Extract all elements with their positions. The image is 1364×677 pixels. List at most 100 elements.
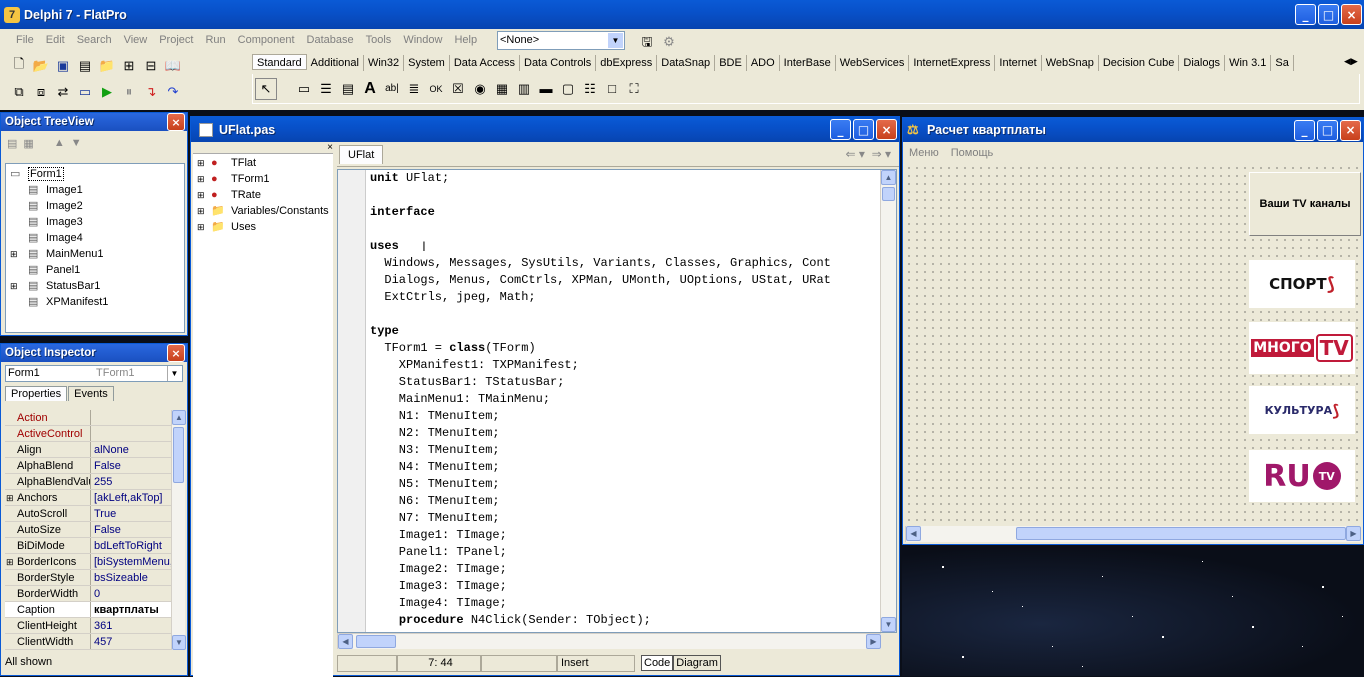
chevron-right-icon[interactable]: ▶ <box>1351 56 1358 67</box>
expand-icon[interactable]: ⊞ <box>197 155 205 171</box>
tree-item[interactable]: ⊞ ▤ MainMenu1 <box>6 246 184 262</box>
property-value[interactable]: 255 <box>91 474 171 489</box>
explorer-item[interactable]: ⊞ 📁 Variables/Constants <box>193 203 333 219</box>
palette-tab-ado[interactable]: ADO <box>747 55 780 71</box>
tab-properties[interactable]: Properties <box>5 386 68 401</box>
property-value[interactable] <box>91 410 171 425</box>
property-row[interactable]: AlphaBlend False <box>5 458 171 474</box>
palette-tab-dbexpress[interactable]: dbExpress <box>596 55 658 71</box>
palette-tab-sa[interactable]: Sa <box>1271 55 1294 71</box>
explorer-item[interactable]: ⊞ ● TRate <box>193 187 333 203</box>
palette-tab-additional[interactable]: Additional <box>307 55 364 71</box>
property-row[interactable]: BiDiMode bdLeftToRight <box>5 538 171 554</box>
save-all-icon[interactable]: ▤ <box>74 55 96 77</box>
chevron-left-icon[interactable]: ◀ <box>1344 56 1351 67</box>
popup-menu-icon[interactable]: ▤ <box>337 78 359 100</box>
property-value[interactable]: True <box>91 506 171 521</box>
hscroll-thumb[interactable] <box>356 635 396 648</box>
palette-tab-standard[interactable]: Standard <box>252 54 307 70</box>
tab-uflat[interactable]: UFlat <box>339 145 384 164</box>
form-hscrollbar[interactable]: ◀ ▶ <box>905 526 1361 542</box>
hscroll-thumb[interactable] <box>1016 527 1346 540</box>
scroll-up-icon[interactable]: ▲ <box>881 170 896 185</box>
palette-tab-websnap[interactable]: WebSnap <box>1042 55 1099 71</box>
menu-project[interactable]: Project <box>153 34 199 46</box>
view-form-icon[interactable]: ⧈ <box>30 81 52 103</box>
expand-icon[interactable]: ⊞ <box>197 219 205 235</box>
property-value[interactable]: bdLeftToRight <box>91 538 171 553</box>
expand-icon[interactable]: ⊞ <box>197 203 205 219</box>
scroll-right-icon[interactable]: ▶ <box>1346 526 1361 541</box>
property-row[interactable]: AlphaBlendValu 255 <box>5 474 171 490</box>
tv-channels-button[interactable]: Ваши TV каналы <box>1249 172 1361 236</box>
scroll-thumb[interactable] <box>173 427 184 483</box>
menu-edit[interactable]: Edit <box>40 34 71 46</box>
tree-item[interactable]: ▤ Image4 <box>6 230 184 246</box>
palette-tab-datasnap[interactable]: DataSnap <box>657 55 716 71</box>
palette-scroll[interactable]: ◀ ▶ <box>1344 56 1358 67</box>
property-row[interactable]: ActiveControl <box>5 426 171 442</box>
editor-minimize-button[interactable]: _ <box>830 119 851 140</box>
tree-item[interactable]: ⊞ ▤ StatusBar1 <box>6 278 184 294</box>
property-row[interactable]: Caption квартплаты <box>5 602 171 618</box>
open-icon[interactable]: 📂 <box>30 55 52 77</box>
property-value[interactable]: [biSystemMenu, <box>91 554 171 569</box>
arrow-up-icon[interactable]: ▲ <box>54 137 65 150</box>
code-vscrollbar[interactable]: ▲ ▼ <box>880 170 896 632</box>
scroll-left-icon[interactable]: ◀ <box>906 526 921 541</box>
tab-code[interactable]: Code <box>641 655 674 671</box>
panel-icon[interactable]: □ <box>601 78 623 100</box>
step-over-icon[interactable]: ↷ <box>162 81 184 103</box>
explorer-item[interactable]: ⊞ ● TFlat <box>193 155 333 171</box>
form-maximize-button[interactable]: □ <box>1317 119 1338 141</box>
remove-from-project-icon[interactable]: ⊟ <box>140 55 162 77</box>
menu-file[interactable]: File <box>10 34 40 46</box>
save-icon[interactable]: ▣ <box>52 55 74 77</box>
property-row[interactable]: ⊞ Anchors [akLeft,akTop] <box>5 490 171 506</box>
property-value[interactable]: bsSizeable <box>91 570 171 585</box>
menu-database[interactable]: Database <box>301 34 360 46</box>
tab-diagram[interactable]: Diagram <box>673 655 721 671</box>
combobox-icon[interactable]: ▥ <box>513 78 535 100</box>
palette-tab-win-3-1[interactable]: Win 3.1 <box>1225 55 1272 71</box>
editor-close-button[interactable]: × <box>876 119 897 140</box>
tree-item[interactable]: ▤ Image1 <box>6 182 184 198</box>
form-menu-item-menu[interactable]: Меню <box>903 147 945 159</box>
tree-item[interactable]: ▤ Panel1 <box>6 262 184 278</box>
palette-tab-data-controls[interactable]: Data Controls <box>520 55 597 71</box>
expand-icon[interactable]: ⊞ <box>10 246 18 262</box>
editor-maximize-button[interactable]: □ <box>853 119 874 140</box>
palette-tab-system[interactable]: System <box>404 55 450 71</box>
pointer-icon[interactable]: ↖ <box>255 77 277 100</box>
menu-run[interactable]: Run <box>199 34 231 46</box>
code-hscrollbar[interactable]: ◀ ▶ <box>337 633 881 649</box>
save-desktop-icon[interactable]: 🖫 <box>636 33 658 55</box>
code-text[interactable]: unit UFlat; interface uses Windows, Messag… <box>370 170 880 632</box>
scroll-right-icon[interactable]: ▶ <box>866 634 881 649</box>
property-row[interactable]: ClientHeight 361 <box>5 618 171 634</box>
add-to-project-icon[interactable]: ⊞ <box>118 55 140 77</box>
palette-tab-dialogs[interactable]: Dialogs <box>1179 55 1226 71</box>
frames-icon[interactable]: ▭ <box>293 78 315 100</box>
tree-item[interactable]: ▤ Image2 <box>6 198 184 214</box>
property-row[interactable]: AutoScroll True <box>5 506 171 522</box>
new-form-icon[interactable]: ▭ <box>74 81 96 103</box>
back-icon[interactable]: ⇐ ▾ <box>845 147 864 161</box>
expand-icon[interactable]: ⊞ <box>6 554 14 569</box>
form-menu-item-help[interactable]: Помощь <box>945 147 1000 159</box>
maximize-button[interactable]: □ <box>1318 4 1339 25</box>
memo-icon[interactable]: ≣ <box>403 78 425 100</box>
property-value[interactable]: False <box>91 522 171 537</box>
explorer-close-icon[interactable]: × <box>327 142 333 153</box>
view-unit-icon[interactable]: ⧉ <box>8 81 30 103</box>
tab-events[interactable]: Events <box>68 386 114 401</box>
inspector-object-combo[interactable]: Form1 TForm1 ▼ <box>5 365 183 382</box>
checkbox-icon[interactable]: ☒ <box>447 78 469 100</box>
code-area[interactable]: unit UFlat; interface uses Windows, Messag… <box>337 169 897 633</box>
button-icon[interactable]: OK <box>425 78 447 100</box>
radiogroup-icon[interactable]: ☷ <box>579 78 601 100</box>
property-value[interactable]: 361 <box>91 618 171 633</box>
menu-tools[interactable]: Tools <box>360 34 398 46</box>
delete-icon[interactable]: ▤ <box>7 137 17 150</box>
treeview-close-button[interactable]: × <box>167 113 185 131</box>
